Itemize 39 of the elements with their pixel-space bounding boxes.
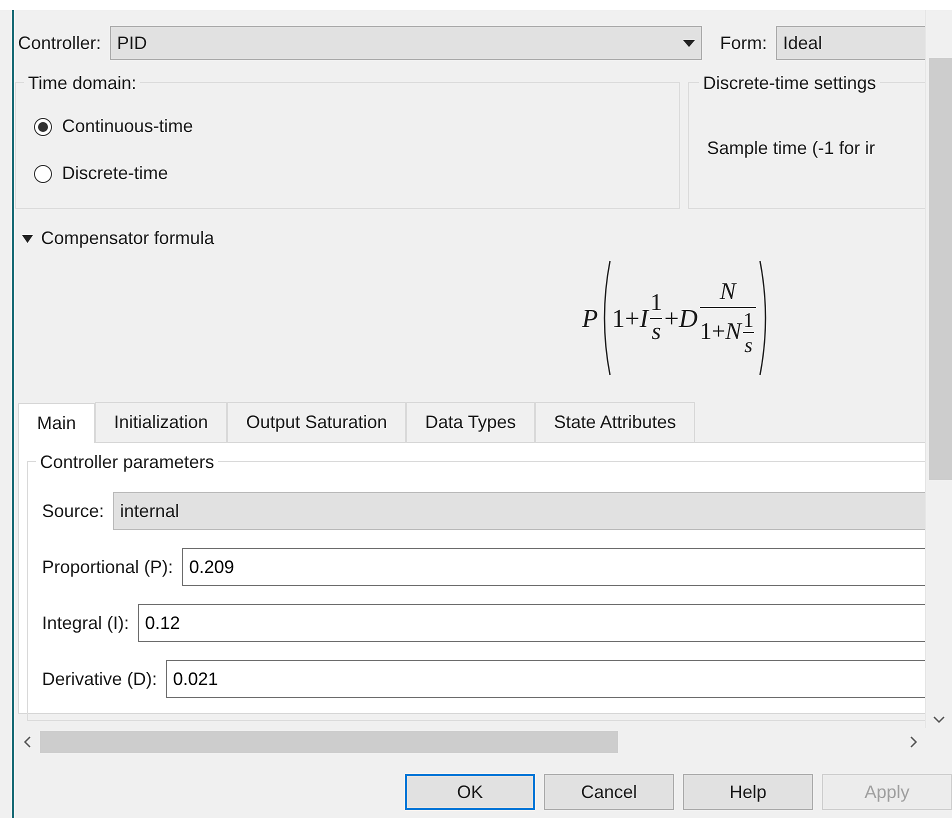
controller-dropdown[interactable]: PID (110, 26, 702, 60)
formula-text: N (720, 279, 736, 307)
field-label: Integral (I): (42, 612, 130, 635)
formula-text: +D (664, 302, 698, 334)
form-dropdown[interactable]: Ideal (776, 26, 925, 60)
source-dropdown[interactable]: internal (113, 492, 925, 530)
formula-text: 1+N (700, 318, 742, 346)
formula-text: 1 (650, 290, 662, 318)
tab[interactable]: Output Saturation (227, 402, 406, 442)
input-field[interactable]: 0.209 (182, 548, 925, 586)
radio-button[interactable] (34, 118, 52, 136)
field-label: Sample time (-1 for ir (707, 138, 876, 158)
tab[interactable]: Main (18, 403, 96, 443)
formula-text: s (652, 318, 661, 346)
formula-text: 1+I (612, 302, 648, 334)
field-label: Derivative (D): (42, 668, 158, 691)
formula-text: s (744, 332, 753, 357)
radio-button[interactable] (34, 164, 52, 182)
radio-option[interactable]: Discrete-time (34, 160, 168, 187)
controller-label: Controller: (18, 32, 102, 54)
formula-text: P (582, 302, 598, 334)
dialog-button[interactable]: OK (405, 774, 535, 810)
tab[interactable]: Data Types (406, 402, 535, 442)
tab[interactable]: Initialization (95, 402, 228, 442)
caret-icon (683, 40, 696, 46)
form-label: Form: (720, 32, 768, 54)
vertical-scrollbar[interactable] (925, 10, 952, 728)
dialog-button[interactable]: Help (683, 774, 813, 810)
scrollbar-thumb[interactable] (40, 731, 618, 753)
radio-option[interactable]: Continuous-time (34, 113, 194, 140)
input-field[interactable]: 0.021 (166, 660, 925, 698)
scrollbar-thumb[interactable] (929, 58, 952, 480)
tab[interactable]: State Attributes (534, 402, 695, 442)
input-field[interactable]: 0.12 (138, 604, 925, 642)
section-toggle[interactable]: Compensator formula (22, 225, 214, 252)
field-label: Proportional (P): (42, 556, 174, 579)
field-label: Source: (42, 500, 104, 522)
dialog-button[interactable]: Cancel (544, 774, 674, 810)
formula-text: 1 (743, 308, 754, 332)
